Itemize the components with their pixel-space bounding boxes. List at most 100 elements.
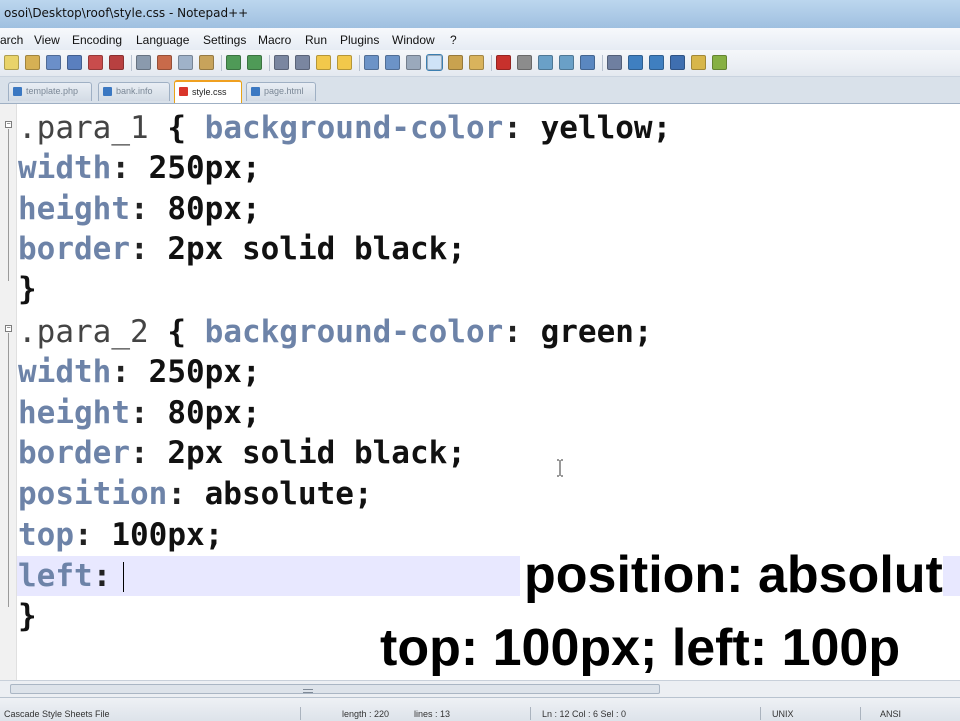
- code-token: background-color: [204, 314, 504, 350]
- save-all-icon[interactable]: [67, 55, 82, 70]
- menu-item-settings[interactable]: Settings: [203, 33, 246, 47]
- code-line[interactable]: border: 2px solid black;: [18, 433, 466, 473]
- up-icon[interactable]: [628, 55, 643, 70]
- status-divider: [760, 707, 761, 720]
- code-token: :: [503, 110, 541, 146]
- code-token: border: [18, 231, 130, 267]
- code-line[interactable]: width: 250px;: [18, 352, 261, 392]
- tab-label: bank.info: [116, 86, 153, 96]
- user-lang-icon[interactable]: [448, 55, 463, 70]
- copy-icon[interactable]: [178, 55, 193, 70]
- menu-item-macro[interactable]: Macro: [258, 33, 291, 47]
- horizontal-scrollbar[interactable]: [0, 680, 960, 697]
- replace-icon[interactable]: [295, 55, 310, 70]
- record-macro-icon[interactable]: [496, 55, 511, 70]
- status-file-type: Cascade Style Sheets File: [4, 709, 110, 719]
- code-token: 2px solid black;: [167, 231, 466, 267]
- menu-item-run[interactable]: Run: [305, 33, 327, 47]
- zoom-in-icon[interactable]: [316, 55, 331, 70]
- code-line[interactable]: left:: [18, 556, 111, 596]
- code-token: 250px;: [148, 354, 261, 390]
- stop-macro-icon[interactable]: [517, 55, 532, 70]
- code-line[interactable]: .para_1 { background-color: yellow;: [18, 108, 671, 148]
- code-line[interactable]: top: 100px;: [18, 515, 223, 555]
- menu-item-encoding[interactable]: Encoding: [72, 33, 122, 47]
- status-length: length : 220: [342, 709, 390, 719]
- menu-item-arch[interactable]: arch: [0, 33, 23, 47]
- caption-top-left: top: 100px; left: 100p: [378, 616, 901, 680]
- play-macro-icon[interactable]: [538, 55, 553, 70]
- code-token: :: [503, 314, 541, 350]
- word-wrap-icon[interactable]: [385, 55, 400, 70]
- show-all-chars-icon[interactable]: [406, 55, 421, 70]
- fold-line: [8, 333, 9, 607]
- code-line[interactable]: height: 80px;: [18, 393, 261, 433]
- status-lines: lines : 13: [414, 709, 451, 719]
- code-token: :: [129, 191, 168, 227]
- status-divider: [300, 707, 301, 720]
- tab-bar: template.php bank.info style.css page.html: [0, 77, 960, 104]
- undo-icon[interactable]: [226, 55, 241, 70]
- code-token: :: [129, 231, 168, 267]
- fold-icon[interactable]: [691, 55, 706, 70]
- menu-item-window[interactable]: Window: [392, 33, 435, 47]
- status-eol: UNIX: [772, 709, 794, 719]
- collapse-icon[interactable]: [670, 55, 685, 70]
- code-token: border: [18, 435, 130, 471]
- close-icon[interactable]: [88, 55, 103, 70]
- spell-icon[interactable]: [712, 55, 727, 70]
- print-icon[interactable]: [136, 55, 151, 70]
- down-icon[interactable]: [649, 55, 664, 70]
- code-token: }: [18, 271, 37, 307]
- code-token: :: [74, 517, 112, 553]
- code-token: {: [148, 314, 205, 350]
- code-token: }: [18, 598, 37, 634]
- code-token: left: [18, 558, 93, 594]
- trim-icon[interactable]: [607, 55, 622, 70]
- code-line[interactable]: .para_2 { background-color: green;: [18, 312, 653, 352]
- code-token: :: [111, 150, 149, 186]
- tab-page-html[interactable]: page.html: [246, 82, 316, 101]
- window-title: osoi\Desktop\roof\style.css - Notepad++: [4, 6, 249, 20]
- new-file-icon[interactable]: [4, 55, 19, 70]
- play-multi-icon[interactable]: [559, 55, 574, 70]
- find-icon[interactable]: [274, 55, 289, 70]
- tab-bank-info[interactable]: bank.info: [98, 82, 170, 101]
- code-line[interactable]: }: [18, 269, 37, 309]
- sync-scroll-icon[interactable]: [364, 55, 379, 70]
- code-line[interactable]: width: 250px;: [18, 148, 261, 188]
- save-icon[interactable]: [46, 55, 61, 70]
- code-token: 80px;: [167, 191, 261, 227]
- code-line[interactable]: border: 2px solid black;: [18, 229, 466, 269]
- menu-item-[interactable]: ?: [450, 33, 457, 47]
- code-token: green;: [540, 314, 653, 350]
- menu-item-plugins[interactable]: Plugins: [340, 33, 379, 47]
- code-line[interactable]: }: [18, 596, 37, 636]
- code-token: 100px;: [111, 517, 224, 553]
- toolbar-separator: [491, 55, 492, 71]
- indent-guide-icon[interactable]: [426, 54, 443, 71]
- tab-label: template.php: [26, 86, 79, 96]
- menu-item-language[interactable]: Language: [136, 33, 189, 47]
- open-file-icon[interactable]: [25, 55, 40, 70]
- code-token: height: [18, 191, 130, 227]
- code-token: :: [111, 354, 149, 390]
- close-all-icon[interactable]: [109, 55, 124, 70]
- cut-icon[interactable]: [157, 55, 172, 70]
- tab-template-php[interactable]: template.php: [8, 82, 92, 101]
- toolbar-separator: [131, 55, 132, 71]
- fold-toggle-icon[interactable]: −: [5, 325, 12, 332]
- fold-line: [8, 129, 9, 281]
- text-caret: [123, 562, 124, 592]
- tab-style-css[interactable]: style.css: [174, 80, 242, 103]
- code-line[interactable]: position: absolute;: [18, 474, 373, 514]
- doc-map-icon[interactable]: [469, 55, 484, 70]
- menu-item-view[interactable]: View: [34, 33, 60, 47]
- paste-icon[interactable]: [199, 55, 214, 70]
- scrollbar-thumb[interactable]: [10, 684, 660, 694]
- zoom-out-icon[interactable]: [337, 55, 352, 70]
- redo-icon[interactable]: [247, 55, 262, 70]
- code-line[interactable]: height: 80px;: [18, 189, 261, 229]
- save-macro-icon[interactable]: [580, 55, 595, 70]
- fold-toggle-icon[interactable]: −: [5, 121, 12, 128]
